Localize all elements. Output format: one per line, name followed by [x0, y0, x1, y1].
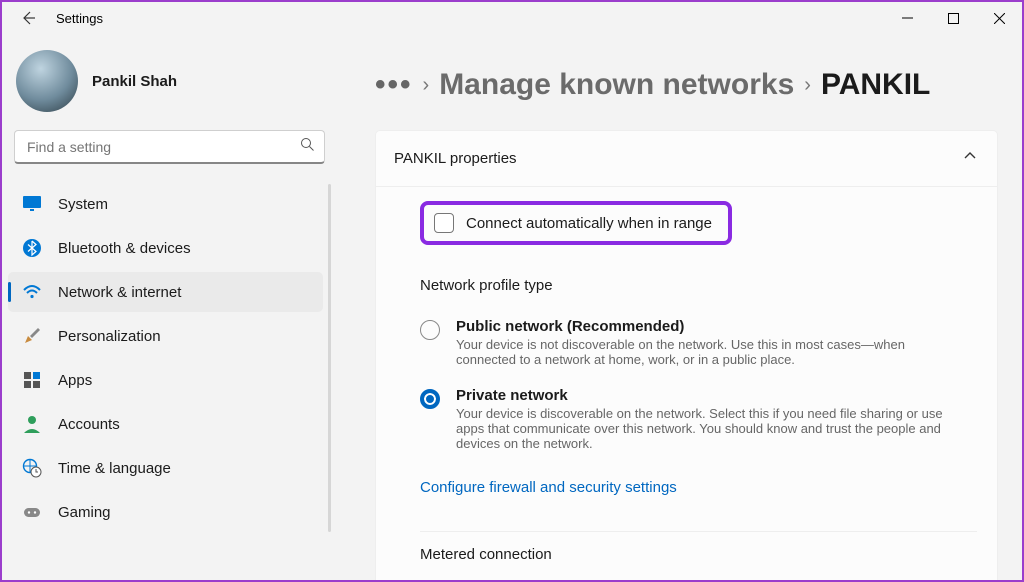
back-button[interactable] [16, 6, 40, 30]
brush-icon [22, 326, 42, 346]
sidebar-item-bluetooth[interactable]: Bluetooth & devices [8, 228, 323, 268]
sidebar-item-time-language[interactable]: Time & language [8, 448, 323, 488]
globe-clock-icon [22, 458, 42, 478]
avatar [16, 50, 78, 112]
sidebar-item-label: Bluetooth & devices [58, 240, 191, 257]
auto-connect-row: Connect automatically when in range [420, 201, 732, 245]
nav-list: System Bluetooth & devices Network & int… [8, 184, 331, 532]
chevron-right-icon: › [423, 74, 430, 97]
auto-connect-label: Connect automatically when in range [466, 215, 712, 232]
private-label: Private network [456, 387, 956, 404]
breadcrumb-manage-networks[interactable]: Manage known networks [439, 68, 794, 102]
public-network-option[interactable]: Public network (Recommended) Your device… [420, 318, 977, 367]
private-radio[interactable] [420, 389, 440, 409]
properties-panel: PANKIL properties Connect automatically … [375, 130, 998, 580]
gamepad-icon [22, 502, 42, 522]
bluetooth-icon [22, 238, 42, 258]
person-icon [22, 414, 42, 434]
search-box [14, 130, 325, 164]
profile-type-title: Network profile type [420, 277, 977, 294]
user-name: Pankil Shah [92, 73, 177, 90]
breadcrumb: ••• › Manage known networks › PANKIL [375, 68, 998, 102]
sidebar-item-label: Network & internet [58, 284, 181, 301]
scrollbar-track[interactable] [328, 184, 331, 532]
breadcrumb-ellipsis[interactable]: ••• [375, 68, 413, 102]
private-desc: Your device is discoverable on the netwo… [456, 406, 956, 451]
panel-header[interactable]: PANKIL properties [376, 131, 997, 187]
sidebar-item-network[interactable]: Network & internet [8, 272, 323, 312]
panel-title: PANKIL properties [394, 150, 517, 167]
public-label: Public network (Recommended) [456, 318, 956, 335]
sidebar-item-apps[interactable]: Apps [8, 360, 323, 400]
apps-icon [22, 370, 42, 390]
minimize-button[interactable] [884, 2, 930, 34]
chevron-right-icon: › [804, 74, 811, 97]
public-radio[interactable] [420, 320, 440, 340]
public-desc: Your device is not discoverable on the n… [456, 337, 956, 367]
sidebar-item-label: System [58, 196, 108, 213]
sidebar-item-label: Gaming [58, 504, 111, 521]
sidebar-item-gaming[interactable]: Gaming [8, 492, 323, 532]
search-icon [300, 137, 315, 157]
sidebar-item-personalization[interactable]: Personalization [8, 316, 323, 356]
content-area: ••• › Manage known networks › PANKIL PAN… [337, 34, 1022, 580]
sidebar: Pankil Shah System Bluetooth & devices N… [2, 34, 337, 580]
auto-connect-checkbox[interactable] [434, 213, 454, 233]
search-input[interactable] [14, 130, 325, 164]
user-profile[interactable]: Pankil Shah [8, 46, 331, 130]
private-network-option[interactable]: Private network Your device is discovera… [420, 387, 977, 451]
firewall-link[interactable]: Configure firewall and security settings [420, 479, 677, 496]
close-button[interactable] [976, 2, 1022, 34]
wifi-icon [22, 282, 42, 302]
sidebar-item-system[interactable]: System [8, 184, 323, 224]
sidebar-item-label: Apps [58, 372, 92, 389]
metered-connection-title: Metered connection [420, 531, 977, 563]
chevron-up-icon [963, 149, 977, 168]
sidebar-item-label: Accounts [58, 416, 120, 433]
sidebar-item-label: Personalization [58, 328, 161, 345]
sidebar-item-label: Time & language [58, 460, 171, 477]
window-title: Settings [56, 11, 103, 26]
monitor-icon [22, 194, 42, 214]
breadcrumb-current: PANKIL [821, 68, 930, 102]
maximize-button[interactable] [930, 2, 976, 34]
sidebar-item-accounts[interactable]: Accounts [8, 404, 323, 444]
